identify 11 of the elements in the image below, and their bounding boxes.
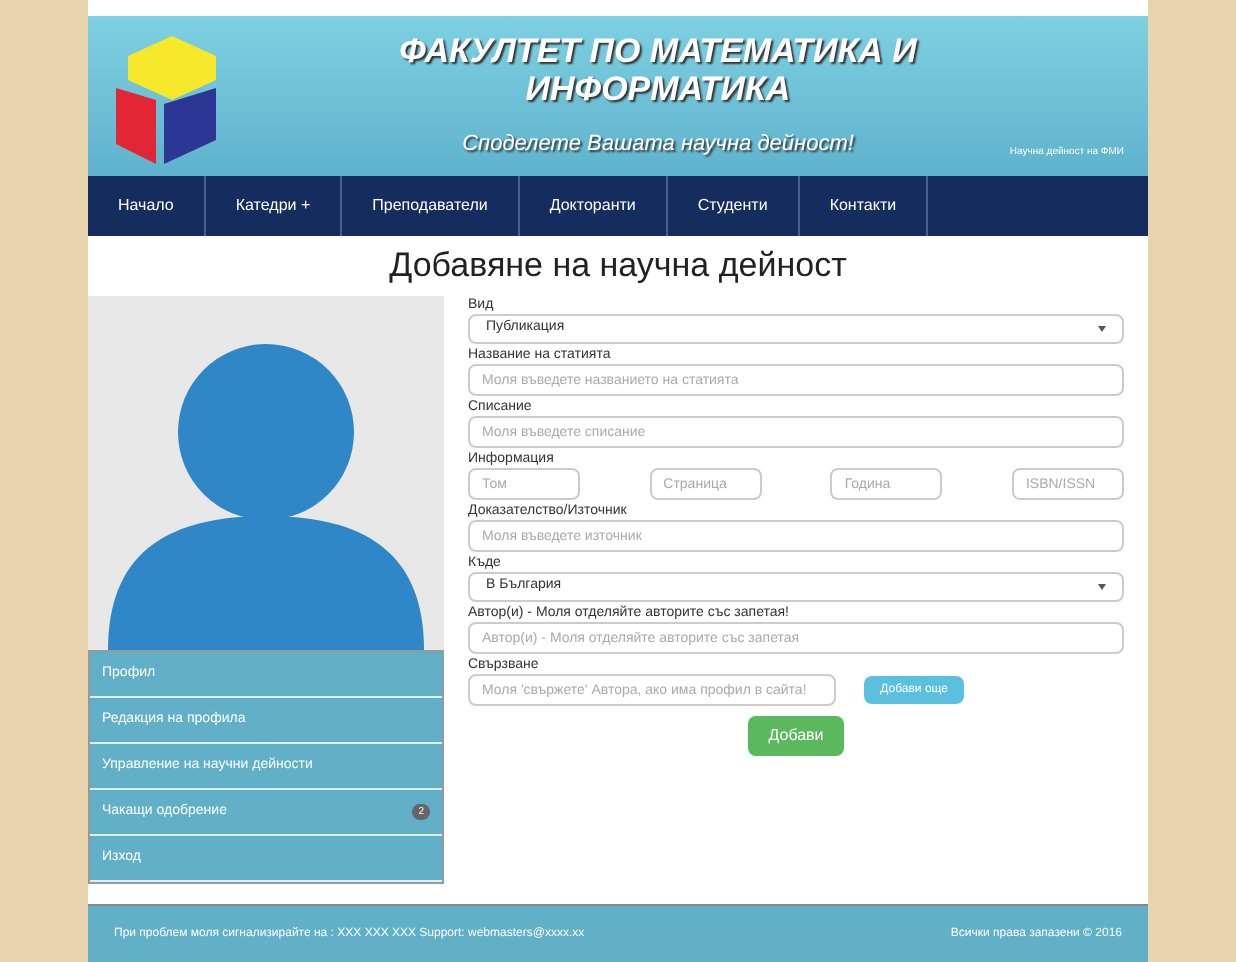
caret-icon [1098, 326, 1106, 332]
caret-icon [1098, 584, 1106, 590]
nav-link[interactable]: Катедри + [205, 176, 343, 236]
page-title: Добавяне на научна дейност [387, 244, 849, 288]
site-title: ФАКУЛТЕТ ПО МАТЕМАТИКА И ИНФОРМАТИКА [397, 32, 919, 108]
nav-link[interactable]: Докторанти [519, 176, 668, 236]
slogan: Споделете Вашата научна дейност! [462, 130, 854, 160]
nav-link[interactable]: Преподаватели [342, 176, 520, 236]
nav-link[interactable]: Контакти [799, 176, 929, 236]
nav-link[interactable]: Студенти [667, 176, 800, 236]
nav-link[interactable]: Начало [88, 176, 206, 236]
